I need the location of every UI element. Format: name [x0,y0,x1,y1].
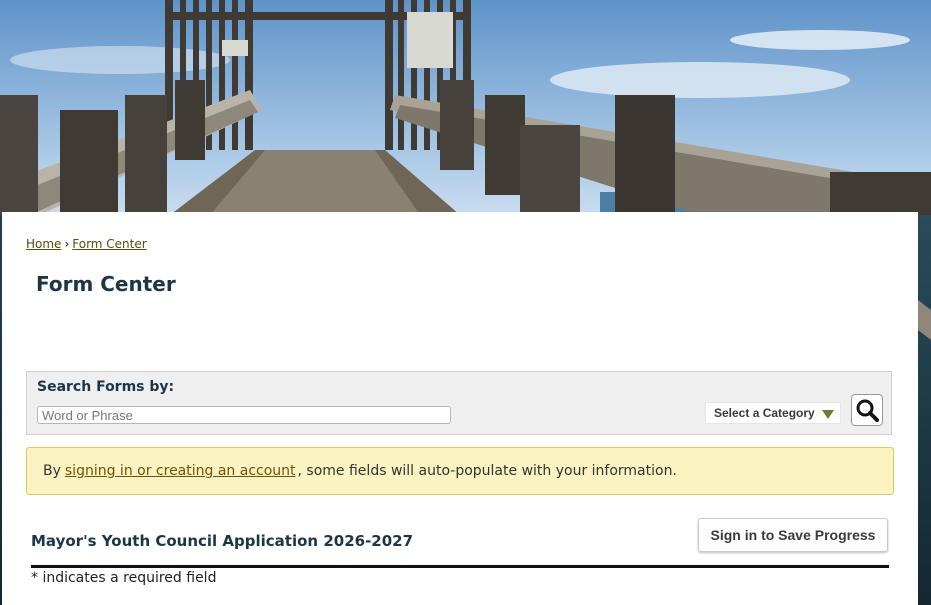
search-forms-panel: Search Forms by: Select a Category [26,371,892,435]
chevron-down-icon [822,410,834,419]
magnifier-icon [856,399,879,422]
search-button[interactable] [851,394,883,426]
category-select-label: Select a Category [714,406,815,420]
notice-prefix: By [43,463,61,479]
breadcrumb: Home › Form Center [26,237,147,251]
notice-suffix: , some fields will auto-populate with yo… [297,463,677,479]
breadcrumb-home-link[interactable]: Home [26,237,61,251]
page-title: Form Center [36,272,176,296]
main-content: Home › Form Center Form Center Search Form… [2,212,918,605]
required-field-note: * indicates a required field [31,570,217,586]
sign-in-link[interactable]: signing in or creating an account [65,463,296,479]
category-select[interactable]: Select a Category [705,402,841,424]
search-input[interactable] [37,406,451,424]
save-progress-button[interactable]: Sign in to Save Progress [698,518,888,552]
sign-in-notice: By signing in or creating an account , s… [26,447,894,495]
breadcrumb-form-center-link[interactable]: Form Center [72,237,146,251]
form-divider [31,565,889,568]
breadcrumb-separator: › [64,237,70,251]
search-forms-label: Search Forms by: [37,379,175,395]
form-title: Mayor's Youth Council Application 2026-2… [31,532,414,550]
